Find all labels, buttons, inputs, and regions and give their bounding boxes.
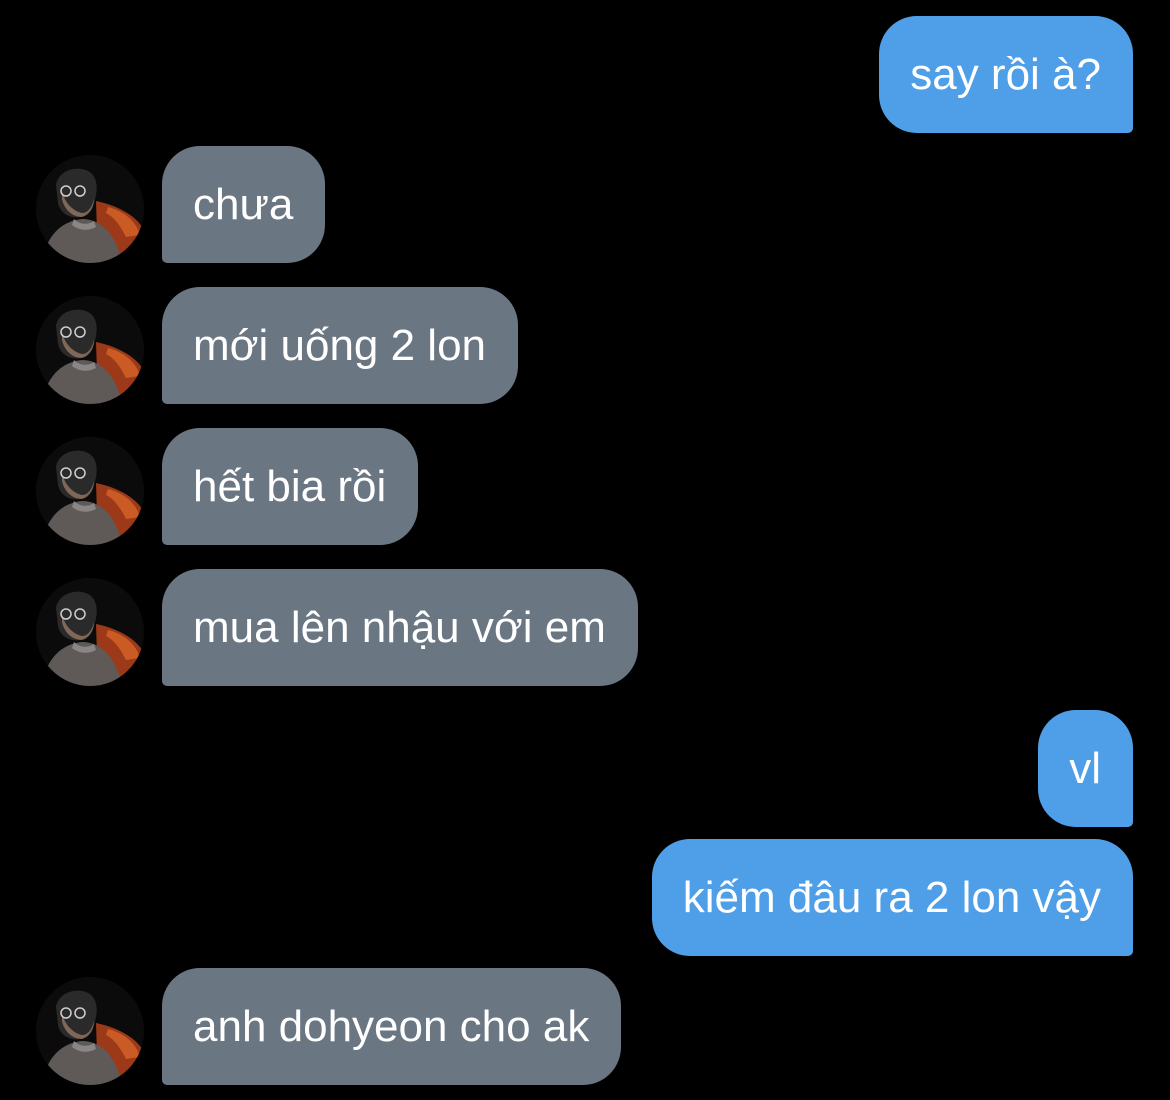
contact-photo-avatar-icon [36, 155, 144, 263]
outgoing-message-bubble[interactable]: kiếm đâu ra 2 lon vậy [651, 839, 1133, 956]
incoming-message-bubble[interactable]: chưa [162, 146, 326, 263]
contact-avatar[interactable] [36, 296, 144, 404]
contact-avatar[interactable] [36, 155, 144, 263]
incoming-message-bubble[interactable]: anh dohyeon cho ak [162, 968, 622, 1085]
outgoing-message-bubble[interactable]: vl [1038, 710, 1133, 827]
incoming-message-bubble[interactable]: mua lên nhậu với em [162, 569, 638, 686]
message-thread[interactable]: say rồi à? chưa mới uống 2 lon hết bia r… [0, 0, 1170, 1100]
contact-avatar[interactable] [36, 437, 144, 545]
incoming-message-bubble[interactable]: hết bia rồi [162, 428, 419, 545]
contact-photo-avatar-icon [36, 578, 144, 686]
outgoing-message-bubble[interactable]: say rồi à? [879, 16, 1133, 133]
contact-photo-avatar-icon [36, 296, 144, 404]
contact-avatar[interactable] [36, 977, 144, 1085]
contact-photo-avatar-icon [36, 977, 144, 1085]
contact-photo-avatar-icon [36, 437, 144, 545]
incoming-message-bubble[interactable]: mới uống 2 lon [162, 287, 519, 404]
contact-avatar[interactable] [36, 578, 144, 686]
